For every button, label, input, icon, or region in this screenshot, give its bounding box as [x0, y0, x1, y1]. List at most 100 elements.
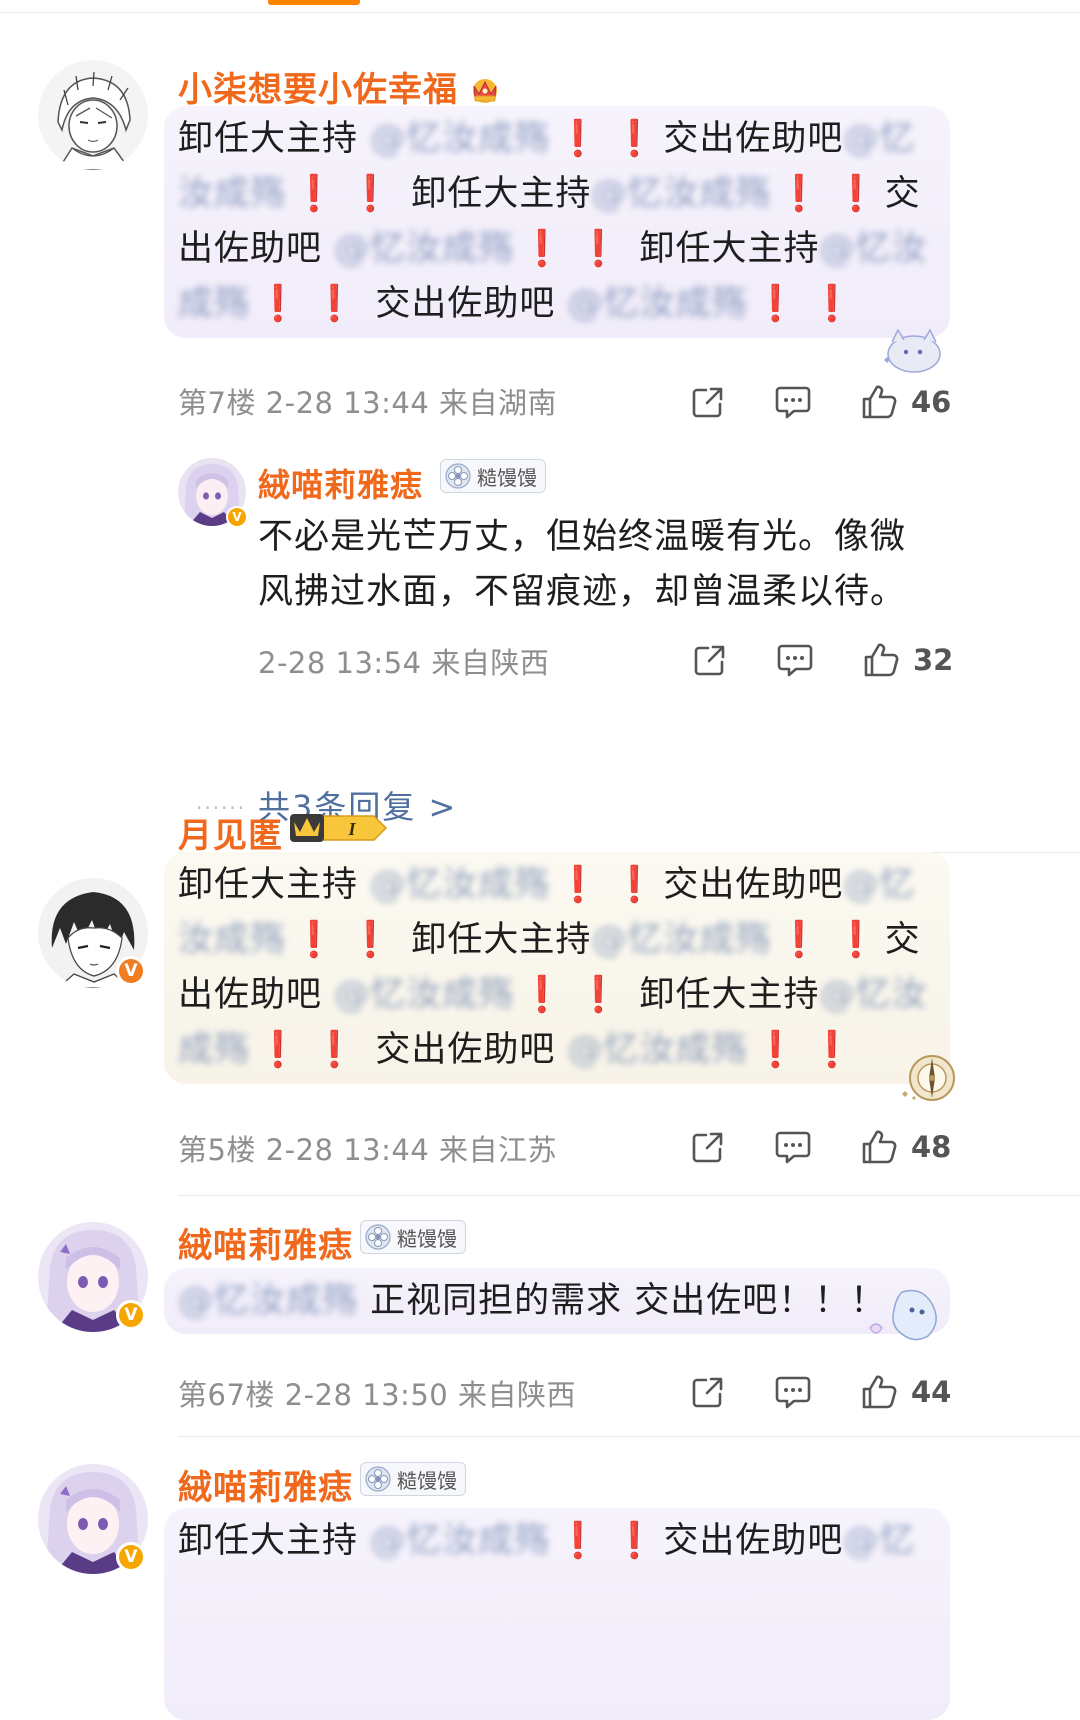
thumbs-up-icon: [864, 643, 899, 677]
comment-actions: 46: [688, 382, 951, 422]
ghost-sticker-icon: [869, 1289, 937, 1341]
comment-text: 卸任大主持 @忆汝成殇 ❗ ❗ 交出佐助吧@忆汝成殇 ❗ ❗ 卸任大主持@忆汝成殇 ❗ ❗ 交出…: [178, 865, 928, 1070]
verified-badge: V: [116, 1300, 146, 1330]
username[interactable]: 小柒想要小佐幸福: [178, 62, 502, 111]
exclamation-icon: ❗: [556, 1521, 601, 1561]
like-button[interactable]: [861, 640, 901, 680]
comment-button[interactable]: [773, 1372, 813, 1412]
mention[interactable]: @忆: [843, 1521, 915, 1561]
verified-badge: V: [116, 956, 146, 986]
mention[interactable]: @忆汝成殇: [591, 920, 771, 960]
like-count: 44: [911, 1375, 952, 1409]
avatar[interactable]: V: [38, 1222, 148, 1332]
exclamation-icon: ❗: [612, 1521, 658, 1561]
exclamation-icon: ❗: [612, 119, 658, 159]
mention[interactable]: @忆汝成殇: [334, 229, 514, 269]
share-button[interactable]: [690, 640, 730, 680]
exclamation-icon: ❗: [292, 920, 337, 960]
comment-bubble: 卸任大主持 @忆汝成殇 ❗ ❗ 交出佐助吧@忆汝成殇 ❗ ❗ 卸任大主持@忆汝成殇 ❗ ❗ 交出…: [164, 106, 950, 338]
exclamation-icon: ❗: [833, 920, 879, 960]
comment-button[interactable]: [775, 640, 815, 680]
avatar[interactable]: V: [38, 878, 148, 988]
top-tab-indicator: [268, 0, 360, 5]
mention[interactable]: @忆汝成殇: [334, 975, 514, 1015]
exclamation-icon: ❗: [576, 229, 622, 269]
username[interactable]: 絨喵莉雅痣: [178, 1460, 353, 1509]
mention[interactable]: @忆汝成殇: [370, 119, 550, 159]
top-divider: [0, 12, 1080, 13]
reply-meta: 2-28 13:54 来自陕西: [258, 646, 550, 680]
comment-bubble: 卸任大主持 @忆汝成殇 ❗ ❗ 交出佐助吧@忆汝成殇 ❗ ❗ 卸任大主持@忆汝成殇 ❗ ❗ 交出…: [164, 852, 950, 1084]
fan-badge[interactable]: 糙馒馒: [360, 1220, 466, 1254]
like-count: 32: [913, 643, 954, 677]
comment-bubble: @忆汝成殇 正视同担的需求 交出佐吧！！！: [164, 1268, 950, 1334]
like-button[interactable]: [859, 382, 899, 422]
reply-avatar[interactable]: V: [178, 458, 248, 528]
share-icon: [692, 1132, 723, 1163]
exclamation-icon: ❗: [556, 119, 601, 159]
thumbs-up-icon: [862, 1130, 897, 1164]
username-text[interactable]: 小柒想要小佐幸福: [178, 70, 458, 110]
fan-badge-label: 糙馒馒: [477, 465, 537, 490]
exclamation-icon: ❗: [833, 174, 879, 214]
compass-sticker-icon: [902, 1055, 955, 1101]
reply-actions: 32: [690, 640, 953, 680]
exclamation-icon: ❗: [777, 174, 822, 214]
thumbs-up-icon: [862, 1375, 897, 1409]
verified-badge: V: [116, 1542, 146, 1572]
like-count: 48: [911, 1130, 952, 1164]
comment-meta: 第7楼 2-28 13:44 来自湖南: [178, 386, 557, 420]
username[interactable]: 月见匿: [178, 808, 283, 857]
comment-icon: [777, 644, 813, 677]
exclamation-icon: ❗: [576, 975, 622, 1015]
exclamation-icon: ❗: [520, 975, 565, 1015]
comment-icon: [775, 386, 811, 419]
exclamation-icon: ❗: [612, 865, 658, 905]
reply-username[interactable]: 絨喵莉雅痣: [258, 460, 423, 506]
share-button[interactable]: [688, 1372, 728, 1412]
exclamation-icon: ❗: [312, 1030, 358, 1070]
avatar[interactable]: [38, 60, 148, 170]
comment-icon: [775, 1131, 811, 1164]
mention[interactable]: @忆汝成殇: [568, 1030, 748, 1070]
avatar[interactable]: V: [38, 1464, 148, 1574]
share-icon: [692, 387, 723, 418]
comment-button[interactable]: [773, 1127, 813, 1167]
exclamation-icon: ❗: [292, 174, 337, 214]
comment-button[interactable]: [773, 382, 813, 422]
comment-text: 卸任大主持 @忆汝成殇 ❗ ❗ 交出佐助吧@忆汝成殇 ❗ ❗ 卸任大主持@忆汝成殇 ❗ ❗ 交出…: [178, 119, 928, 324]
share-button[interactable]: [688, 1127, 728, 1167]
exclamation-icon: ❗: [312, 284, 358, 324]
fan-badge-icon: [365, 1466, 391, 1492]
fan-badge[interactable]: 糙馒馒: [440, 459, 546, 493]
exclamation-icon: ❗: [556, 865, 601, 905]
like-button[interactable]: [859, 1372, 899, 1412]
thumbs-up-icon: [862, 385, 897, 419]
mention[interactable]: @忆汝成殇: [370, 1521, 550, 1561]
exclamation-icon: ❗: [520, 229, 565, 269]
comment-actions: 48: [688, 1127, 951, 1167]
exclamation-icon: ❗: [256, 284, 301, 324]
comment-icon: [775, 1376, 811, 1409]
mention[interactable]: @忆汝成殇: [178, 1281, 358, 1321]
username[interactable]: 絨喵莉雅痣: [178, 1218, 353, 1267]
comment-meta: 第5楼 2-28 13:44 来自江苏: [178, 1133, 557, 1167]
exclamation-icon: ❗: [753, 1030, 799, 1070]
share-button[interactable]: [688, 382, 728, 422]
comment-divider: [178, 1195, 1080, 1196]
level-badge[interactable]: I: [288, 811, 388, 845]
comment-bubble: 卸任大主持 @忆汝成殇 ❗ ❗ 交出佐助吧@忆: [164, 1508, 950, 1720]
mention[interactable]: @忆汝成殇: [591, 174, 771, 214]
exclamation-icon: ❗: [777, 920, 822, 960]
exclamation-icon: ❗: [348, 174, 394, 214]
comment-divider: [178, 1436, 1080, 1437]
fan-badge[interactable]: 糙馒馒: [360, 1462, 466, 1496]
comment-actions: 44: [688, 1372, 951, 1412]
mention[interactable]: @忆汝成殇: [568, 284, 748, 324]
mention[interactable]: @忆汝成殇: [370, 865, 550, 905]
exclamation-icon: ❗: [810, 1030, 855, 1070]
comment-meta: 第67楼 2-28 13:50 来自陕西: [178, 1378, 576, 1412]
share-icon: [692, 1377, 723, 1408]
verified-badge: V: [226, 506, 248, 528]
like-button[interactable]: [859, 1127, 899, 1167]
